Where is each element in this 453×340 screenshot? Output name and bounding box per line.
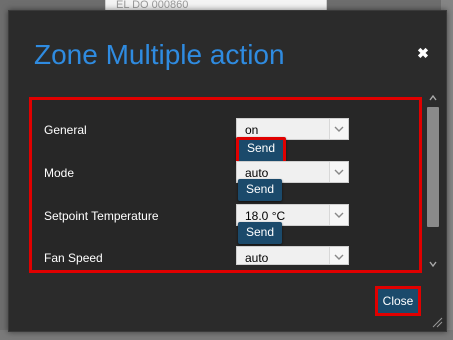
fan-speed-value: auto	[245, 251, 269, 265]
setpoint-temperature-value: 18.0 °C	[245, 209, 286, 223]
scroll-up-icon[interactable]	[425, 91, 441, 105]
scroll-down-icon[interactable]	[425, 257, 441, 271]
chevron-down-icon	[329, 119, 348, 139]
chevron-down-icon	[329, 162, 348, 182]
zone-multiple-action-dialog: Zone Multiple action ✖ General on Send M…	[8, 10, 447, 332]
mode-send-button[interactable]: Send	[238, 179, 282, 201]
mode-label: Mode	[44, 166, 75, 180]
setpoint-temperature-label: Setpoint Temperature	[44, 209, 159, 223]
general-label: General	[44, 123, 87, 137]
close-button[interactable]: Close	[375, 286, 421, 316]
chevron-down-icon	[329, 205, 348, 225]
setpoint-send-button[interactable]: Send	[238, 222, 282, 244]
fan-speed-label: Fan Speed	[44, 251, 103, 265]
scrollbar-thumb[interactable]	[427, 107, 439, 227]
dialog-title: Zone Multiple action	[34, 39, 285, 70]
general-select-value: on	[245, 123, 259, 137]
close-icon[interactable]: ✖	[414, 44, 432, 62]
mode-select-value: auto	[245, 166, 269, 180]
action-panel: General on Send Mode auto Send Setpoint …	[29, 97, 422, 273]
chevron-down-icon	[329, 247, 348, 264]
fan-speed-select[interactable]: auto	[236, 246, 349, 265]
resize-grip-icon[interactable]	[431, 316, 443, 328]
dialog-title-bar: Zone Multiple action ✖	[9, 11, 446, 87]
vertical-scrollbar[interactable]	[425, 91, 441, 271]
